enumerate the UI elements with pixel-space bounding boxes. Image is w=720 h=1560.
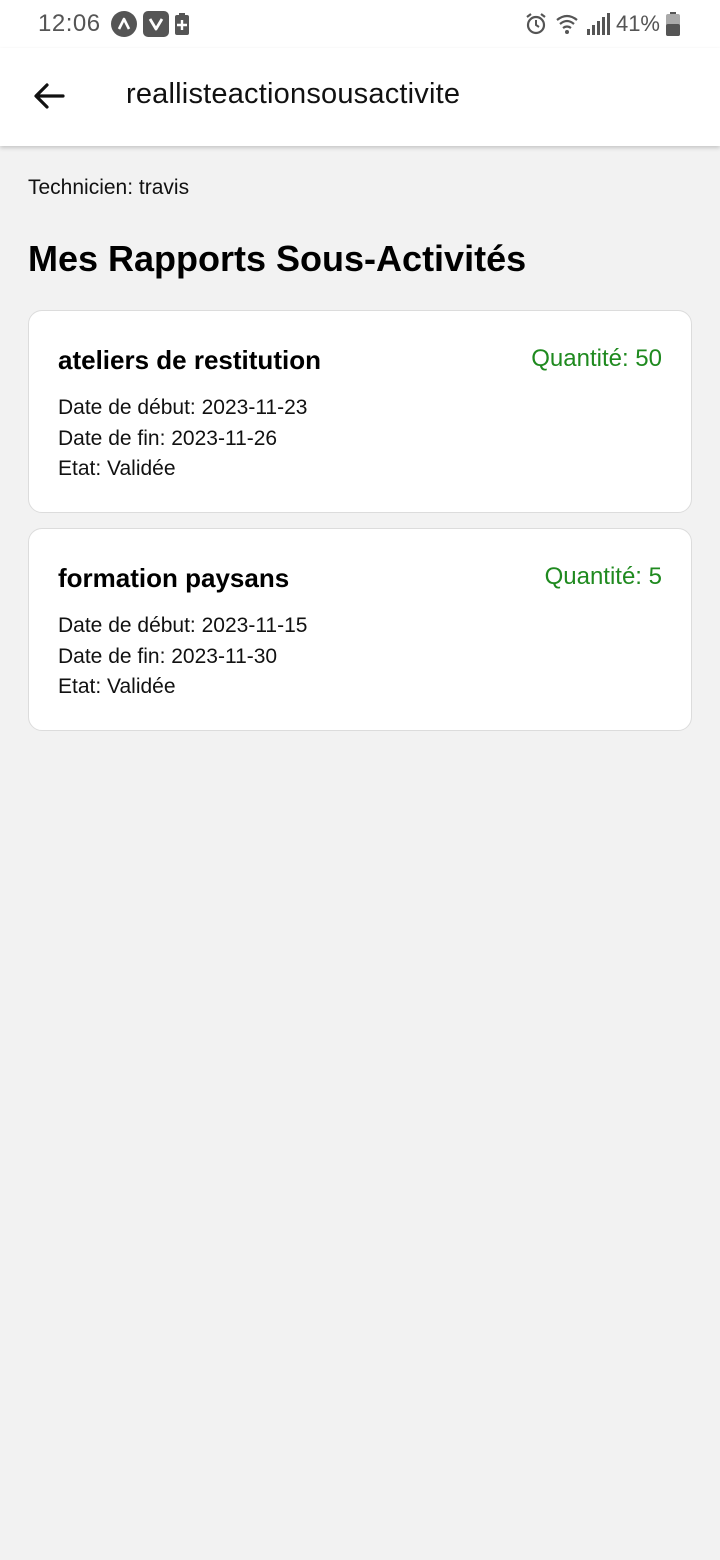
report-name: formation paysans xyxy=(58,563,290,593)
page-title: reallisteactionsousactivite xyxy=(126,78,461,110)
report-end-date: Date de fin: 2023-11-30 xyxy=(58,644,278,668)
report-state: Etat: Validée xyxy=(58,457,176,480)
alarm-icon xyxy=(524,12,548,36)
wifi-icon xyxy=(554,12,580,36)
section-title: Mes Rapports Sous-Activités xyxy=(28,238,527,279)
report-start-date: Date de début: 2023-11-23 xyxy=(58,396,308,419)
report-card[interactable]: ateliers de restitution Quantité: 50 Dat… xyxy=(28,310,692,513)
report-card[interactable]: formation paysans Quantité: 5 Date de dé… xyxy=(28,528,692,731)
signal-icon xyxy=(586,13,610,35)
battery-percent: 41% xyxy=(615,11,660,36)
back-button[interactable] xyxy=(26,73,72,119)
report-list: ateliers de restitution Quantité: 50 Dat… xyxy=(28,310,692,731)
report-name: ateliers de restitution xyxy=(58,345,321,375)
report-start-date: Date de début: 2023-11-15 xyxy=(58,614,308,637)
report-state: Etat: Validée xyxy=(58,675,176,698)
report-quantity: Quantité: 5 xyxy=(544,563,662,590)
report-end-date: Date de fin: 2023-11-26 xyxy=(58,426,278,450)
vpn-icon xyxy=(142,11,169,37)
arrow-left-icon xyxy=(34,83,65,109)
status-time: 12:06 xyxy=(38,10,101,37)
status-bar: 12:06 41% xyxy=(0,0,720,48)
app-bar: reallisteactionsousactivite xyxy=(0,48,720,146)
technicien-label: Technicien: travis xyxy=(28,176,190,199)
android-auto-icon xyxy=(110,11,137,37)
battery-icon xyxy=(666,12,680,36)
battery-saver-icon xyxy=(174,13,189,35)
main-content: Technicien: travis Mes Rapports Sous-Act… xyxy=(28,146,692,746)
report-quantity: Quantité: 50 xyxy=(531,345,662,372)
